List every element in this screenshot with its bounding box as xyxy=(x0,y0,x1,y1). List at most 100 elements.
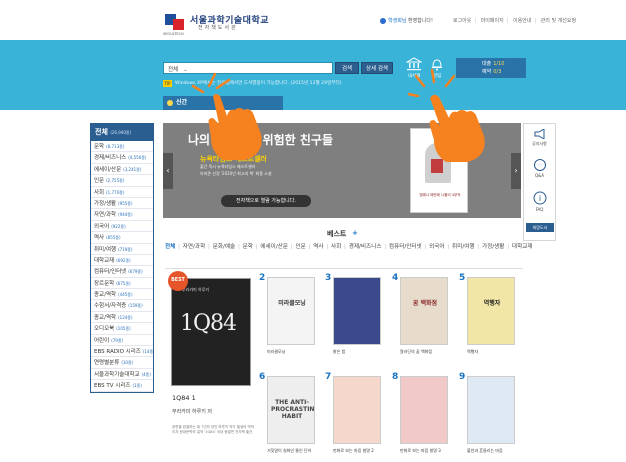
new-icon xyxy=(167,99,173,106)
sidebar-item[interactable]: 수험서/자격증 (159종) xyxy=(91,300,153,312)
user-icon xyxy=(380,17,386,24)
svg-text:i: i xyxy=(539,194,541,203)
book-title[interactable]: 밝은 밤 xyxy=(333,349,385,355)
sidebar-item[interactable]: 인문 (2,755종) xyxy=(91,175,153,187)
sidebar-item[interactable]: 컴퓨터/인터넷 (679종) xyxy=(91,266,153,278)
tab-separator: | xyxy=(289,244,295,250)
best-more-button[interactable]: + xyxy=(352,229,358,237)
tab-separator: | xyxy=(475,244,481,250)
sidebar-header[interactable]: 전체 (26,940종) xyxy=(91,124,153,141)
faq-link[interactable]: FAQ xyxy=(524,207,555,212)
sidebar-item[interactable]: 자연/과학 (944종) xyxy=(91,209,153,221)
book-title[interactable]: 만화로 보는 마음 발명 2 xyxy=(333,448,385,454)
book-title[interactable]: 역행자 xyxy=(467,349,519,355)
banner-desc-2: 아마존 선정 '2020년 최고의 책' 최종 소설 xyxy=(200,171,272,176)
category-sidebar: 전체 (26,940종) 문학 (8,713종) 경제/비즈니스 (4,556종) 에세… xyxy=(90,123,154,393)
book-cover-text: 미라클모닝 xyxy=(278,300,306,307)
book-title[interactable]: 불안과 흔들리는 마음 xyxy=(467,448,519,454)
book-title[interactable]: 만화로 보는 마음 발명 3 xyxy=(400,448,452,454)
sidebar-item[interactable]: 연령별분류 (10종) xyxy=(91,357,153,369)
book-title[interactable]: 미라클모닝 xyxy=(267,349,319,355)
mypage-link[interactable]: 마이페이지 xyxy=(481,18,504,24)
request-link[interactable]: 관리 및 개선요청 xyxy=(541,18,576,24)
tab-best-11[interactable]: 취미/여행 xyxy=(452,244,474,250)
welcome-text: 환영합니다! xyxy=(406,18,434,24)
request-button[interactable]: 희망도서 xyxy=(526,223,554,232)
search-button[interactable]: 검색 xyxy=(335,62,359,74)
pointing-hand-icon-2 xyxy=(408,68,485,162)
welcome-name: 학생회님 xyxy=(388,18,407,24)
book-cover[interactable]: 미라클모닝 xyxy=(267,277,315,345)
sidebar-item[interactable]: 외국어 (922종) xyxy=(91,221,153,233)
tab-best-12[interactable]: 가정/생활 xyxy=(482,244,504,250)
book-title[interactable]: 거짓말이 실화인 줄인 단어 xyxy=(267,448,319,454)
book-cover-1[interactable]: 무라카미 하루키 1Q84 xyxy=(171,278,251,386)
tab-best-7[interactable]: 사회 xyxy=(331,244,341,250)
book-cover[interactable] xyxy=(400,376,448,444)
book-cover-text: THE ANTI-PROCRASTINATION HABIT xyxy=(271,399,315,420)
sidebar-item[interactable]: 대학교재 (692종) xyxy=(91,255,153,267)
megaphone-icon[interactable] xyxy=(534,129,546,139)
tab-best-13[interactable]: 대학교재 xyxy=(512,244,533,250)
best-badge: BEST xyxy=(168,271,188,291)
sidebar-item[interactable]: 가정/생활 (955종) xyxy=(91,198,153,210)
sidebar-item[interactable]: 종교/역학 (445종) xyxy=(91,289,153,301)
sidebar-item[interactable]: 사회 (1,770종) xyxy=(91,187,153,198)
qa-link[interactable]: Q&A xyxy=(524,173,555,178)
tab-best-2[interactable]: 문화/예술 xyxy=(213,244,235,250)
loan-count: 1/10 xyxy=(493,61,505,67)
banner-next-button[interactable]: › xyxy=(511,153,521,189)
tab-best-6[interactable]: 역사 xyxy=(313,244,323,250)
book-cover[interactable] xyxy=(333,277,381,345)
sidebar-item[interactable]: 장르문학 (675종) xyxy=(91,278,153,290)
university-logo-icon[interactable] xyxy=(165,14,185,31)
tab-separator: | xyxy=(176,244,182,250)
book-cover[interactable]: 꿈 백화점 xyxy=(400,277,448,345)
guide-link[interactable]: 이용안내 xyxy=(513,18,531,24)
tab-best-10[interactable]: 외국어 xyxy=(429,244,444,250)
book-rank: 7 xyxy=(325,372,332,382)
sidebar-item[interactable]: 역사 (855종) xyxy=(91,232,153,244)
tab-separator: | xyxy=(445,244,452,250)
banner-prev-button[interactable]: ‹ xyxy=(163,153,173,189)
sidebar-item[interactable]: 오디오북 (105종) xyxy=(91,323,153,335)
tab-best-1[interactable]: 자연/과학 xyxy=(183,244,205,250)
sidebar-item[interactable]: 서울과학기술대학교 (4종) xyxy=(91,369,153,381)
advanced-search-button[interactable]: 상세 검색 xyxy=(361,62,393,74)
site-logo-en: SEOULTECH xyxy=(163,32,184,36)
top-header: 서울과학기술대학교 전자책도서관 SEOULTECH 학생회님 환영합니다! 로… xyxy=(0,0,626,40)
banner-book-text: 엘레나 페란테 나폴리 4부작 xyxy=(419,193,461,197)
cover-title: 1Q84 xyxy=(180,311,237,336)
book-cover[interactable] xyxy=(333,376,381,444)
tab-best-3[interactable]: 문학 xyxy=(243,244,253,250)
book-title-1[interactable]: 1Q84 1 xyxy=(172,394,196,402)
sidebar-item[interactable]: 문학 (8,713종) xyxy=(91,141,153,153)
book-rank: 3 xyxy=(325,273,332,283)
chat-icon[interactable]: ··· xyxy=(533,159,547,171)
notice-link[interactable]: 공지사항 xyxy=(524,141,555,147)
loan-label: 대출 xyxy=(482,61,492,67)
info-icon[interactable]: i xyxy=(533,191,547,205)
tab-best-0[interactable]: 전체 xyxy=(165,244,175,250)
tab-best-4[interactable]: 에세이/산문 xyxy=(260,244,288,250)
sidebar-item[interactable]: EBS TV 시리즈 (1종) xyxy=(91,380,153,392)
sidebar-item[interactable]: EBS RADIO 시리즈(14종) xyxy=(91,346,153,358)
book-cover-text: 역행자 xyxy=(483,300,501,307)
banner-read-button[interactable]: 전자책으로 열람 가능합니다. xyxy=(221,195,311,207)
book-cover[interactable]: 역행자 xyxy=(467,277,515,345)
book-cover[interactable] xyxy=(467,376,515,444)
sidebar-item[interactable]: 에세이/산문 (3,241종) xyxy=(91,164,153,176)
sidebar-item[interactable]: 경제/비즈니스 (4,556종) xyxy=(91,152,153,164)
best-category-tabs: 전체 | 자연/과학 | 문화/예술 | 문학 | 에세이/산문 | 인문 | … xyxy=(165,242,533,253)
welcome-message: 학생회님 환영합니다! xyxy=(380,17,433,24)
tab-best-8[interactable]: 경제/비즈니스 xyxy=(349,244,382,250)
tab-best-9[interactable]: 컴퓨터/인터넷 xyxy=(389,244,422,250)
book-cover[interactable]: THE ANTI-PROCRASTINATION HABIT xyxy=(267,376,315,444)
logout-link[interactable]: 로그아웃 xyxy=(453,18,471,24)
sidebar-item[interactable]: 종교/역학 (124종) xyxy=(91,312,153,324)
book-title[interactable]: 알라딘의 꿈 백화점 xyxy=(400,349,452,355)
tab-best-5[interactable]: 인문 xyxy=(295,244,305,250)
sidebar-item[interactable]: 어린이 (79종) xyxy=(91,335,153,347)
banner-desc-1: 출간 즉시 뉴욕타임스 베스트셀러 xyxy=(200,164,256,169)
sidebar-item[interactable]: 취미/여행 (719종) xyxy=(91,244,153,255)
